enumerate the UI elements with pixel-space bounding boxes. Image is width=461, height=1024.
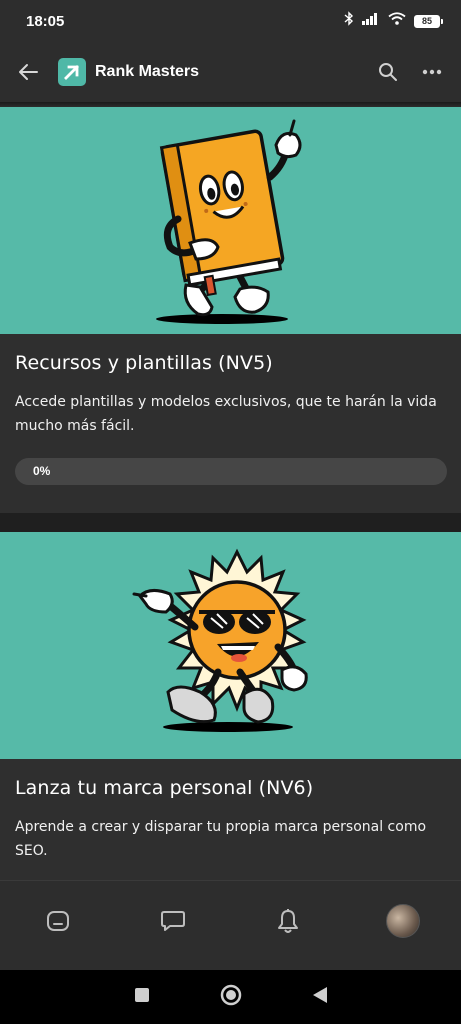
bottom-navigation (0, 880, 461, 970)
avatar[interactable] (383, 901, 423, 941)
course-title[interactable]: Lanza tu marca personal (NV6) (15, 777, 446, 799)
course-illustration-book (0, 107, 461, 334)
course-description: Aprende a crear y disparar tu propia mar… (15, 819, 427, 859)
status-bar: 18:05 85 (0, 0, 461, 42)
app-logo-icon (58, 58, 86, 86)
progress-label: 0% (33, 464, 51, 478)
chat-icon[interactable] (153, 901, 193, 941)
course-progress-bar: 0% (15, 458, 447, 485)
app-bar: Rank Masters (0, 42, 461, 102)
course-card[interactable]: Recursos y plantillas (NV5) Accede plant… (0, 107, 461, 513)
circle-icon[interactable] (220, 984, 242, 1011)
bell-icon[interactable] (268, 901, 308, 941)
square-icon[interactable] (134, 987, 150, 1008)
search-icon[interactable] (373, 57, 403, 87)
wifi-icon (388, 12, 406, 30)
status-time: 18:05 (26, 12, 65, 30)
battery-icon: 85 (414, 14, 443, 28)
back-arrow-icon[interactable] (14, 58, 42, 86)
status-icons: 85 (344, 11, 443, 31)
home-icon[interactable] (38, 901, 78, 941)
more-icon[interactable] (417, 57, 447, 87)
triangle-back-icon[interactable] (312, 986, 328, 1009)
course-title[interactable]: Recursos y plantillas (NV5) (15, 352, 446, 374)
course-card[interactable]: Lanza tu marca personal (NV6) Aprende a … (0, 532, 461, 880)
course-description: Accede plantillas y modelos exclusivos, … (15, 394, 437, 434)
course-illustration-sun (0, 532, 461, 759)
signal-icon (362, 12, 380, 30)
system-navigation (0, 970, 461, 1024)
app-title: Rank Masters (95, 63, 200, 80)
battery-level: 85 (414, 14, 440, 28)
course-list[interactable]: Recursos y plantillas (NV5) Accede plant… (0, 107, 461, 880)
bluetooth-icon (344, 11, 354, 31)
